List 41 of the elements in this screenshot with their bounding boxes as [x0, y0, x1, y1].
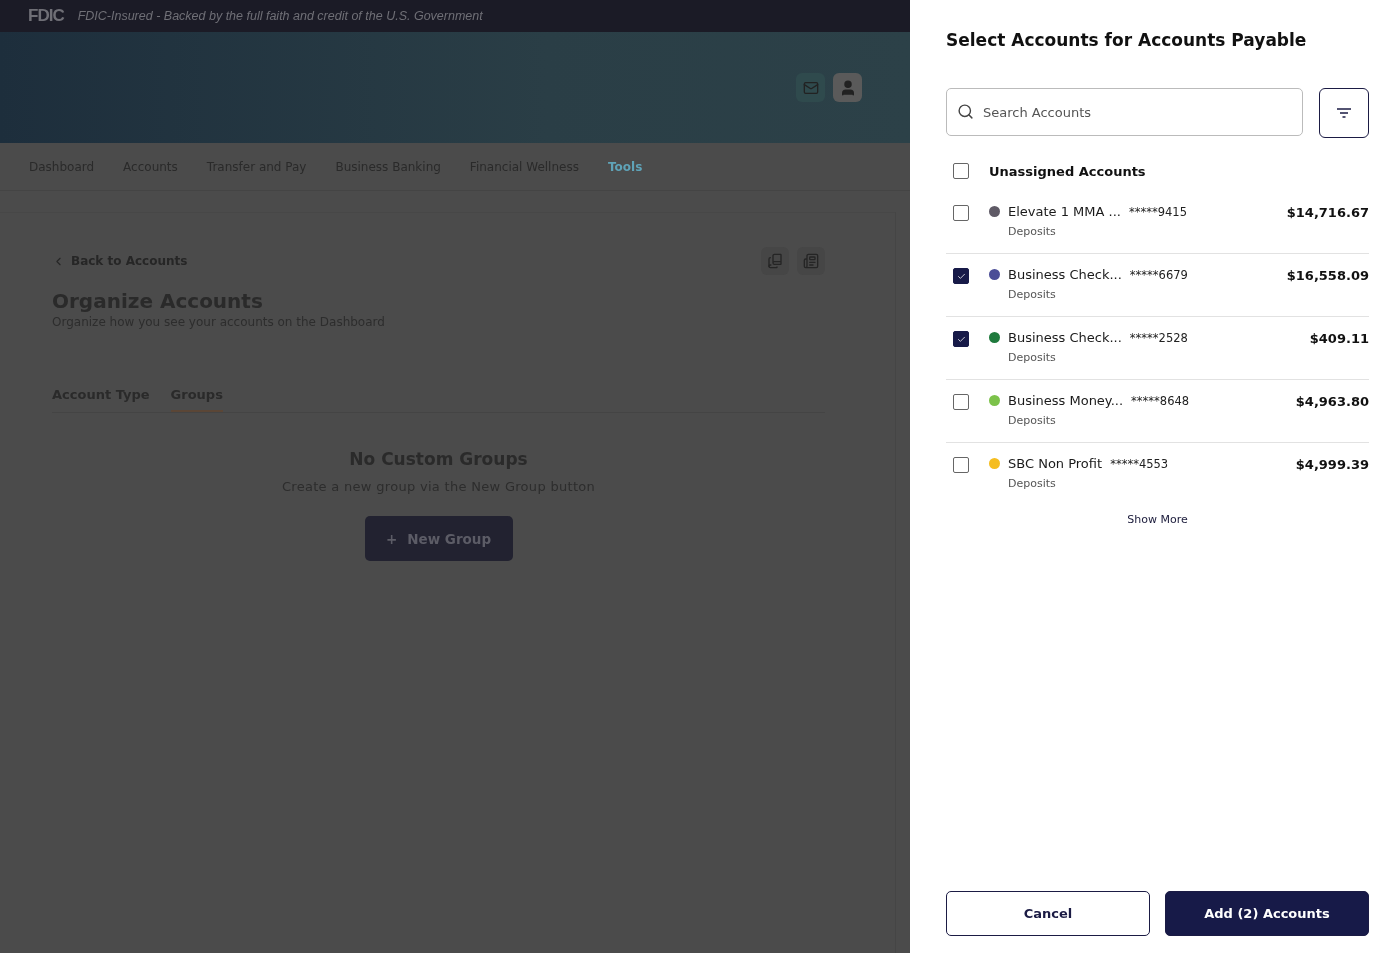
account-name: SBC Non Profit [1008, 456, 1103, 471]
account-type: Deposits [1008, 225, 1057, 238]
account-balance: $409.11 [1309, 331, 1369, 346]
account-name: Elevate 1 MMA ... [1008, 204, 1121, 219]
account-type: Deposits [1008, 414, 1057, 427]
account-balance: $4,999.39 [1295, 457, 1369, 472]
check-icon [956, 271, 966, 281]
fdic-notice: FDIC-Insured - Backed by the full faith and credit of the U.S. Government [77, 9, 483, 23]
checkbox[interactable] [953, 457, 969, 473]
account-number: *****4553 [1110, 456, 1169, 471]
check-icon [956, 334, 966, 344]
new-group-button[interactable]: + New Group [364, 516, 513, 561]
checkbox[interactable] [953, 394, 969, 410]
cancel-button[interactable]: Cancel [946, 891, 1150, 936]
show-more-link[interactable]: Show More [1127, 513, 1188, 526]
filter-button[interactable] [1319, 88, 1369, 138]
account-number: *****2528 [1129, 330, 1188, 345]
search-field[interactable]: Search Accounts [946, 88, 1303, 136]
account-type: Deposits [1008, 477, 1057, 490]
account-balance: $4,963.80 [1295, 394, 1369, 409]
filter-icon [1337, 108, 1351, 118]
account-name: Business Money... [1008, 393, 1124, 408]
group-label: Unassigned Accounts [989, 163, 1146, 179]
drawer-title: Select Accounts for Accounts Payable [946, 30, 1308, 50]
account-type: Deposits [1008, 351, 1057, 364]
account-balance: $16,558.09 [1286, 268, 1369, 283]
checkbox[interactable] [953, 205, 969, 221]
account-name: Business Check... [1008, 330, 1122, 345]
account-balance: $14,716.67 [1286, 205, 1369, 220]
account-number: *****9415 [1129, 204, 1187, 219]
account-number: *****8648 [1131, 393, 1190, 408]
nav-item[interactable]: Tools [607, 159, 643, 174]
checkbox[interactable] [953, 163, 969, 179]
search-icon [957, 103, 974, 120]
fdic-logo: FDIC [28, 6, 64, 26]
account-type: Deposits [1008, 288, 1057, 301]
checkbox[interactable] [953, 331, 969, 347]
add-accounts-button[interactable]: Add (2) Accounts [1165, 891, 1369, 936]
account-name: Business Check... [1008, 267, 1122, 282]
account-number: *****6679 [1129, 267, 1188, 282]
checkbox[interactable] [953, 268, 969, 284]
